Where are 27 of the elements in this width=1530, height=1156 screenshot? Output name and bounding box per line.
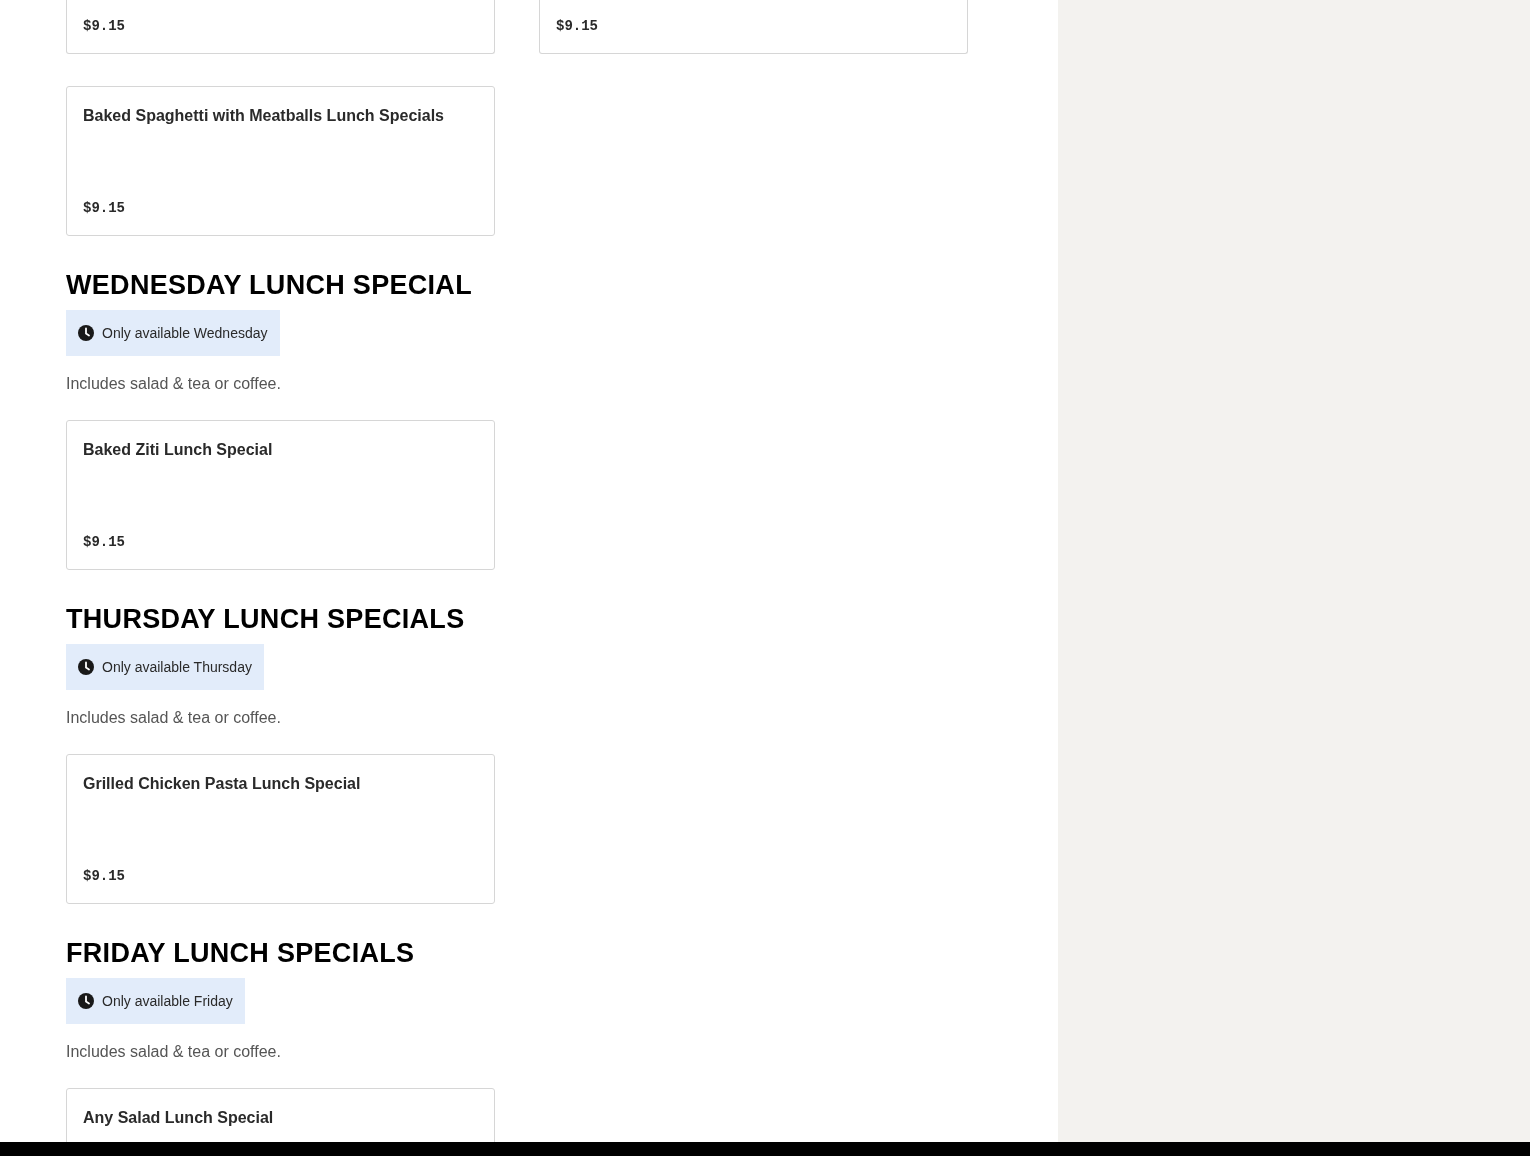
menu-item-card[interactable]: $9.15: [66, 0, 495, 54]
clock-icon: [78, 325, 94, 341]
item-price: $9.15: [556, 17, 598, 36]
item-price: $9.15: [83, 17, 125, 36]
item-price: $9.15: [83, 867, 125, 886]
section-description: Includes salad & tea or coffee.: [66, 1042, 282, 1062]
item-name: Any Salad Lunch Special: [83, 1108, 275, 1128]
section-description: Includes salad & tea or coffee.: [66, 374, 282, 394]
menu-item-card[interactable]: $9.15: [539, 0, 968, 54]
menu-item-card[interactable]: Grilled Chicken Pasta Lunch Special $9.15: [66, 754, 495, 904]
section-heading: WEDNESDAY LUNCH SPECIAL: [66, 269, 473, 302]
item-name: Baked Spaghetti with Meatballs Lunch Specials: [83, 106, 445, 126]
clock-icon: [78, 659, 94, 675]
availability-text: Only available Friday: [102, 993, 233, 1009]
clock-icon: [78, 993, 94, 1009]
section-heading: THURSDAY LUNCH SPECIALS: [66, 603, 466, 636]
section-heading: FRIDAY LUNCH SPECIALS: [66, 937, 416, 970]
availability-text: Only available Wednesday: [102, 325, 268, 341]
item-name: Grilled Chicken Pasta Lunch Special: [83, 774, 362, 794]
section-description: Includes salad & tea or coffee.: [66, 708, 282, 728]
item-price: $9.15: [83, 533, 125, 552]
item-price: $9.15: [83, 199, 125, 218]
availability-text: Only available Thursday: [102, 659, 252, 675]
menu-item-card[interactable]: Baked Ziti Lunch Special $9.15: [66, 420, 495, 570]
item-name: Baked Ziti Lunch Special: [83, 440, 274, 460]
menu-item-card[interactable]: Baked Spaghetti with Meatballs Lunch Specials $9.15: [66, 86, 495, 236]
menu-item-card[interactable]: Any Salad Lunch Special: [66, 1088, 495, 1142]
